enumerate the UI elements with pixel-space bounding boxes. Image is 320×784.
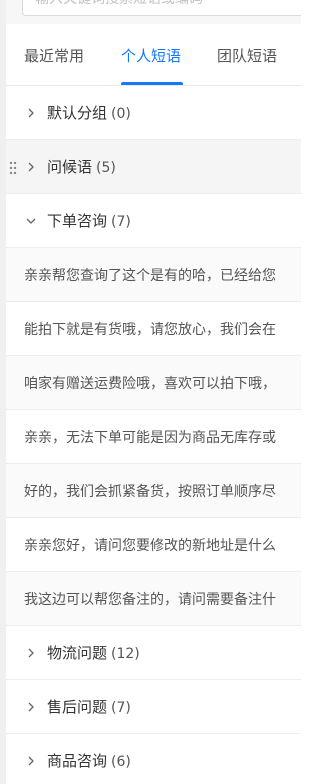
group-name: 默认分组: [47, 104, 108, 122]
chevron-right-icon[interactable]: [25, 161, 37, 173]
tab-team[interactable]: 团队短语: [217, 45, 277, 67]
group-label: 商品咨询 (6): [47, 750, 131, 771]
phrase-text: 能拍下就是有货哦，请您放心，我们会在: [24, 322, 276, 338]
phrase-text: 好的，我们会抓紧备货，按照订单顺序尽: [24, 484, 276, 500]
group-label: 问候语 (5): [47, 156, 116, 177]
group-row-after-sales[interactable]: 售后问题 (7): [6, 680, 301, 734]
group-label: 售后问题 (7): [47, 696, 131, 717]
phrase-text: 亲亲帮您查询了这个是有的哈，已经给您: [24, 268, 276, 284]
group-label: 下单咨询 (7): [47, 210, 131, 231]
phrase-text: 亲亲您好，请问您要修改的新地址是什么: [24, 538, 276, 554]
group-count: (7): [111, 700, 131, 716]
chevron-right-icon[interactable]: [25, 107, 37, 119]
drag-handle-icon[interactable]: [9, 160, 17, 175]
phrase-list: 默认分组 (0) 问候语 (5) 下单咨询 (7) 亲亲帮您查询了这个是有的哈，…: [6, 86, 301, 784]
tab-recent[interactable]: 最近常用: [24, 45, 84, 67]
phrase-tabs: 最近常用 个人短语 团队短语: [6, 24, 301, 86]
group-count: (6): [111, 754, 131, 770]
group-label: 默认分组 (0): [47, 102, 131, 123]
group-count: (0): [111, 106, 131, 122]
phrase-item[interactable]: 好的，我们会抓紧备货，按照订单顺序尽: [6, 464, 301, 518]
phrase-item[interactable]: 亲亲您好，请问您要修改的新地址是什么: [6, 518, 301, 572]
group-count: (7): [111, 214, 131, 230]
phrase-item[interactable]: 能拍下就是有货哦，请您放心，我们会在: [6, 302, 301, 356]
group-name: 下单咨询: [47, 212, 108, 230]
chevron-right-icon[interactable]: [25, 647, 37, 659]
chevron-right-icon[interactable]: [25, 701, 37, 713]
group-count: (5): [96, 160, 116, 176]
search-input[interactable]: [22, 0, 301, 16]
chevron-right-icon[interactable]: [25, 755, 37, 767]
phrase-item[interactable]: 亲亲，无法下单可能是因为商品无库存或: [6, 410, 301, 464]
group-name: 问候语: [47, 158, 93, 176]
phrase-text: 咱家有赠送运费险哦，喜欢可以拍下哦，: [24, 376, 276, 392]
phrase-text: 亲亲，无法下单可能是因为商品无库存或: [24, 430, 276, 446]
group-name: 售后问题: [47, 698, 108, 716]
phrase-item[interactable]: 咱家有赠送运费险哦，喜欢可以拍下哦，: [6, 356, 301, 410]
tab-personal[interactable]: 个人短语: [121, 45, 181, 67]
phrase-item[interactable]: 我这边可以帮您备注的，请问需要备注什: [6, 572, 301, 626]
group-name: 商品咨询: [47, 752, 108, 770]
group-row-order-inquiry[interactable]: 下单咨询 (7): [6, 194, 301, 248]
group-count: (12): [111, 646, 140, 662]
group-name: 物流问题: [47, 644, 108, 662]
search-area: [6, 0, 301, 24]
phrase-item[interactable]: 亲亲帮您查询了这个是有的哈，已经给您: [6, 248, 301, 302]
quick-phrase-panel: 最近常用 个人短语 团队短语 默认分组(0): [0, 0, 301, 784]
group-row-logistics[interactable]: 物流问题 (12): [6, 626, 301, 680]
group-label: 物流问题 (12): [47, 642, 140, 663]
group-row-default[interactable]: 默认分组 (0): [6, 86, 301, 140]
chevron-down-icon[interactable]: [25, 215, 37, 227]
group-row-greetings[interactable]: 问候语 (5): [6, 140, 301, 194]
phrase-text: 我这边可以帮您备注的，请问需要备注什: [24, 592, 276, 608]
group-row-product-inquiry[interactable]: 商品咨询 (6): [6, 734, 301, 784]
